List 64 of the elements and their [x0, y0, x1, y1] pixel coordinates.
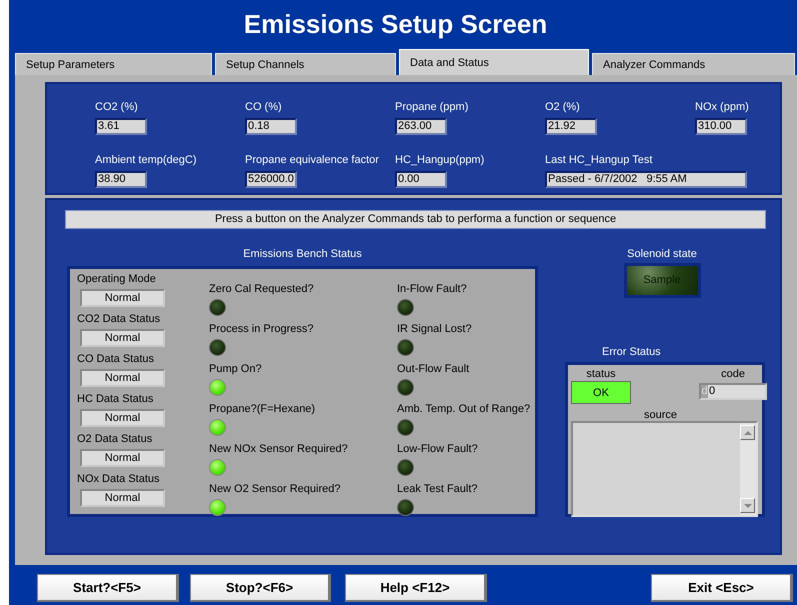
status-label: NOx Data Status — [77, 473, 161, 485]
reading-label: CO2 (%) — [95, 101, 138, 114]
tab[interactable]: Analyzer Commands — [592, 53, 795, 75]
reading-field: 3.61 — [95, 118, 147, 135]
tab[interactable]: Setup Channels — [215, 53, 396, 75]
status-field: Normal — [80, 329, 165, 347]
command-button[interactable]: Stop?<F6> — [190, 574, 331, 602]
status-label: CO2 Data Status — [77, 313, 162, 325]
reading-label: Propane equivalence factor — [245, 154, 379, 167]
indicator-label: Out-Flow Fault — [397, 363, 470, 376]
reading-field: 263.00 — [395, 118, 447, 135]
window-title: Emissions Setup Screen — [244, 8, 548, 41]
reading-label: Last HC_Hangup Test — [545, 154, 652, 167]
status-label: Operating Mode — [77, 273, 157, 285]
message-bar: Press a button on the Analyzer Commands tab to performa a function or sequence — [65, 210, 766, 229]
status-label: HC Data Status — [77, 393, 154, 405]
status-field: Normal — [80, 409, 165, 427]
reading-field: 0.18 — [245, 118, 297, 135]
indicator-label: Leak Test Fault? — [397, 483, 478, 496]
section-title: Error Status — [602, 346, 661, 359]
scrollbar[interactable] — [740, 423, 756, 515]
status-label: CO Data Status — [77, 353, 156, 365]
reading-field: 0.00 — [395, 171, 447, 188]
tab[interactable]: Setup Parameters — [15, 53, 212, 75]
reading-label: NOx (ppm) — [695, 101, 749, 114]
status-field: Normal — [80, 289, 165, 307]
reading-label: Propane (ppm) — [395, 101, 468, 114]
indicator-label: Zero Cal Requested? — [209, 283, 314, 296]
reading-field: 21.92 — [545, 118, 597, 135]
reading-label: O2 (%) — [545, 101, 580, 114]
command-button[interactable]: Exit <Esc> — [651, 574, 793, 602]
status-indicator: OK — [571, 381, 631, 404]
scroll-up-icon[interactable] — [740, 425, 755, 440]
reading-field: 38.90 — [95, 171, 147, 188]
indicator-label: New NOx Sensor Required? — [209, 443, 348, 456]
indicator-label: Low-Flow Fault? — [397, 443, 478, 456]
status-field: Normal — [80, 489, 165, 507]
solenoid-label: Solenoid state — [627, 248, 697, 260]
status-label: O2 Data Status — [77, 433, 154, 445]
reading-label: Ambient temp(degC) — [95, 154, 196, 167]
section-title: Emissions Bench Status — [243, 248, 362, 262]
status-field: Normal — [80, 449, 165, 467]
command-button[interactable]: Start?<F5> — [37, 574, 179, 602]
reading-label: HC_Hangup(ppm) — [395, 154, 484, 167]
code-value: 0 — [708, 385, 716, 398]
indicator-label: Pump On? — [209, 363, 262, 376]
indicator-label: Propane?(F=Hexane) — [209, 403, 316, 416]
reading-field: 310.00 — [695, 118, 747, 135]
status-field: Normal — [80, 369, 165, 387]
reading-field: Passed - 6/7/2002 9:55 AM — [545, 171, 747, 188]
indicator-label: Process in Progress? — [209, 323, 314, 336]
reading-field: 526000.0 — [245, 171, 297, 188]
source-field[interactable] — [571, 421, 758, 517]
code-label: code — [721, 367, 745, 381]
scroll-down-icon[interactable] — [740, 498, 755, 513]
indicator-label: IR Signal Lost? — [397, 323, 472, 336]
status-label: status — [586, 367, 616, 381]
reading-label: CO (%) — [245, 101, 282, 114]
indicator-label: In-Flow Fault? — [397, 283, 467, 296]
indicator-label: Amb. Temp. Out of Range? — [397, 403, 530, 416]
indicator-label: New O2 Sensor Required? — [209, 483, 340, 496]
command-button[interactable]: Help <F12> — [345, 574, 487, 602]
tab[interactable]: Data and Status — [399, 49, 589, 75]
source-label: source — [644, 409, 678, 421]
